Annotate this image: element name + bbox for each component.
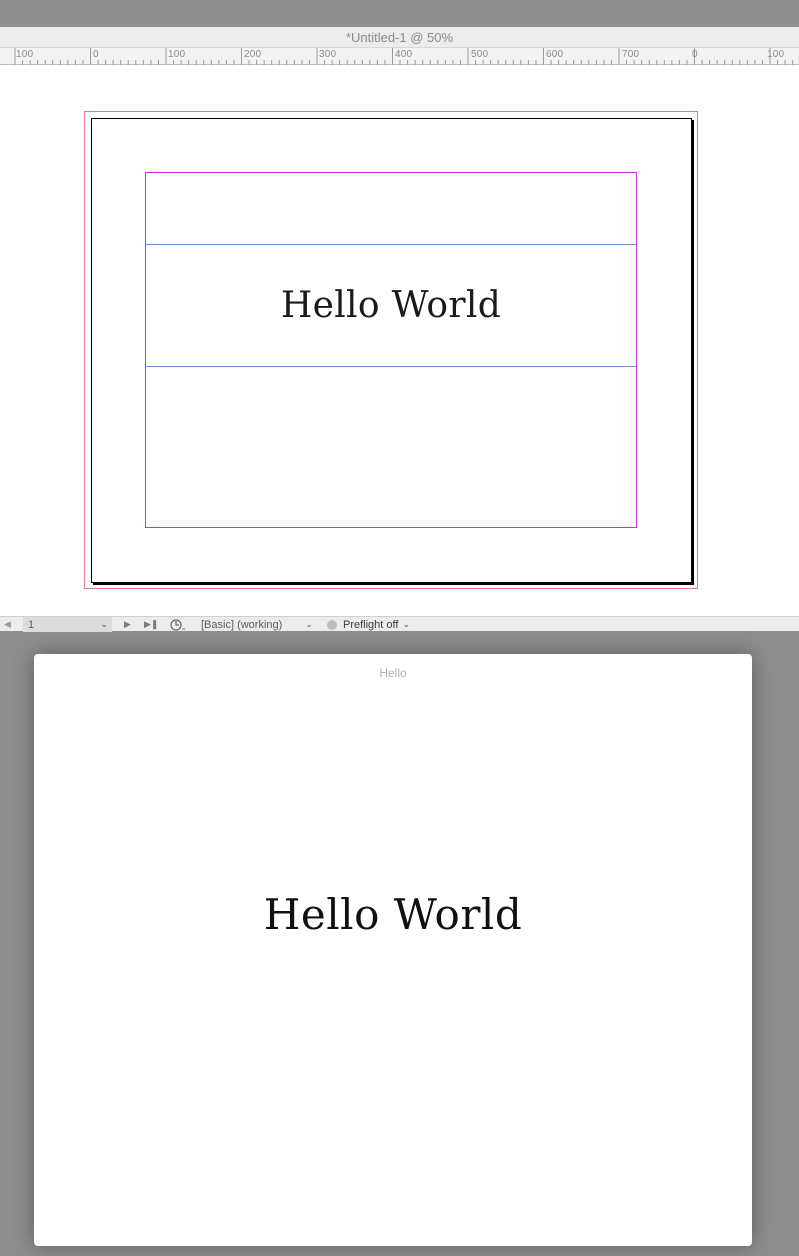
preview-header: Hello [379, 666, 407, 680]
title-bar: *Untitled-1 @ 50% [0, 27, 799, 48]
text-frame[interactable]: Hello World [146, 244, 636, 366]
text-frame-bottom-edge [146, 366, 636, 367]
status-bar: ◀ 1 ⌄ ▶ ▶❚ [Basic] (working) ⌄ Preflight… [0, 616, 799, 632]
horizontal-ruler[interactable]: 100 0 100 200 300 400 500 600 700 0 100 [0, 48, 799, 65]
ruler-label: 0 [692, 49, 698, 60]
preflight-status-dot-icon [327, 619, 337, 630]
ruler-label: 100 [16, 49, 34, 60]
pasteboard-canvas[interactable]: Hello World [0, 65, 799, 616]
preflight-profile-label: [Basic] (working) [201, 618, 283, 631]
ruler-label: 600 [546, 49, 564, 60]
ruler-label: 500 [471, 49, 489, 60]
next-page-icon[interactable]: ▶ [124, 617, 131, 632]
preflight-profile-dropdown[interactable]: [Basic] (working) ⌄ [201, 617, 313, 632]
chevron-down-icon: ⌄ [305, 619, 313, 629]
page-number: 1 [28, 618, 35, 631]
document-title: *Untitled-1 @ 50% [345, 30, 454, 45]
preview-body-text: Hello World [263, 890, 523, 939]
document-window: *Untitled-1 @ 50% 100 0 100 200 300 400 … [0, 27, 799, 632]
ruler-label: 700 [622, 49, 640, 60]
preflight-status[interactable]: Preflight off ⌄ [327, 617, 410, 632]
open-page-icon[interactable] [170, 617, 186, 632]
ruler-label: 300 [319, 49, 337, 60]
text-frame-content[interactable]: Hello World [281, 285, 501, 326]
chevron-down-icon: ⌄ [402, 619, 410, 629]
chevron-down-icon: ⌄ [100, 619, 108, 629]
preflight-status-label: Preflight off [343, 618, 399, 631]
ruler-label: 0 [93, 49, 99, 60]
page-status-icon [170, 618, 185, 631]
ruler-label: 100 [168, 49, 186, 60]
ruler-label: 100 [767, 49, 785, 60]
preview-page: Hello Hello World [34, 654, 752, 1246]
page-number-field[interactable]: 1 ⌄ [23, 617, 112, 632]
app-top-bar [0, 0, 799, 27]
previous-page-icon[interactable]: ◀ [4, 617, 11, 632]
ruler-label: 400 [395, 49, 413, 60]
ruler-label: 200 [244, 49, 262, 60]
last-page-icon[interactable]: ▶❚ [144, 617, 158, 632]
